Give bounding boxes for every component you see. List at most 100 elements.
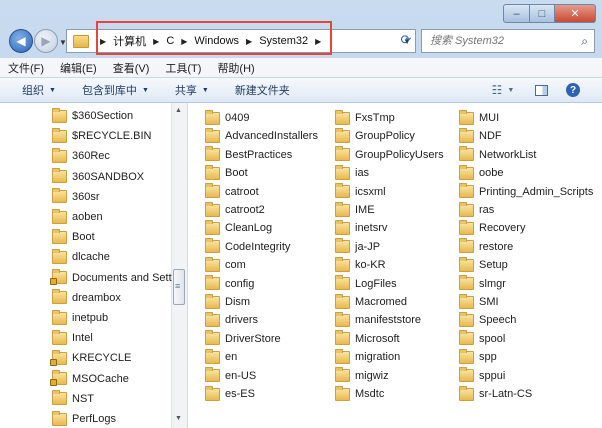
nav-tree-item[interactable]: dreambox (52, 288, 121, 308)
folder-item[interactable]: Msdtc (335, 385, 384, 403)
nav-tree-item[interactable]: 360SANDBOX (52, 167, 144, 187)
chevron-right-icon[interactable]: ▶ (153, 37, 159, 46)
folder-item[interactable]: sppui (459, 367, 505, 385)
folder-item[interactable]: Speech (459, 311, 516, 329)
folder-item[interactable]: catroot (205, 183, 259, 201)
folder-item[interactable]: MUI (459, 109, 499, 127)
dropdown-arrow-icon: ▼ (141, 86, 149, 94)
folder-item[interactable]: drivers (205, 311, 258, 329)
folder-item[interactable]: Printing_Admin_Scripts (459, 183, 593, 201)
folder-item[interactable]: NetworkList (459, 146, 536, 164)
folder-item[interactable]: spp (459, 348, 497, 366)
folder-item[interactable]: AdvancedInstallers (205, 127, 318, 145)
folder-item[interactable]: Recovery (459, 219, 525, 237)
folder-item[interactable]: NDF (459, 127, 502, 145)
folder-item[interactable]: Macromed (335, 293, 407, 311)
dropdown-arrow-icon: ▼ (201, 86, 209, 94)
folder-item[interactable]: es-ES (205, 385, 255, 403)
folder-item[interactable]: CodeIntegrity (205, 238, 290, 256)
nav-tree-item[interactable]: MSOCache (50, 369, 129, 389)
chevron-right-icon[interactable]: ▶ (246, 37, 252, 46)
new-folder-button[interactable]: 新建文件夹 (235, 82, 290, 98)
nav-tree-item[interactable]: aoben (52, 207, 103, 227)
minimize-button[interactable]: – (503, 4, 530, 23)
folder-item[interactable]: ras (459, 201, 494, 219)
folder-item[interactable]: GroupPolicyUsers (335, 146, 444, 164)
nav-tree-item[interactable]: 360sr (52, 187, 100, 207)
address-bar[interactable]: ▶ 计算机 ▶ C ▶ Windows ▶ System32 ▶ ▼ (66, 29, 416, 53)
change-view-button[interactable]: ☷ ▼ (487, 81, 519, 99)
folder-item[interactable]: oobe (459, 164, 503, 182)
menu-tools[interactable]: 工具(T) (165, 60, 201, 76)
share-button[interactable]: 共享 ▼ (175, 82, 209, 98)
folder-item[interactable]: FxsTmp (335, 109, 395, 127)
folder-item[interactable]: config (205, 275, 254, 293)
nav-tree-item[interactable]: NST (52, 389, 94, 409)
close-button[interactable]: ✕ (555, 4, 596, 23)
nav-tree-item[interactable]: dlcache (52, 247, 110, 267)
folder-item[interactable]: inetsrv (335, 219, 387, 237)
search-box[interactable]: ⌕ (421, 29, 595, 53)
nav-tree-item[interactable]: 360Rec (52, 146, 110, 166)
nav-tree-item[interactable]: $RECYCLE.BIN (52, 126, 151, 146)
nav-tree-item[interactable]: PerfLogs (52, 409, 116, 428)
menu-help[interactable]: 帮助(H) (217, 60, 254, 76)
nav-tree-item[interactable]: Boot (52, 227, 95, 247)
folder-item[interactable]: GroupPolicy (335, 127, 415, 145)
folder-item[interactable]: com (205, 256, 246, 274)
folder-item[interactable]: ja-JP (335, 238, 380, 256)
folder-item[interactable]: 0409 (205, 109, 249, 127)
folder-item[interactable]: SMI (459, 293, 499, 311)
menu-edit[interactable]: 编辑(E) (60, 60, 97, 76)
scroll-up-icon[interactable]: ▲ (175, 107, 182, 114)
back-button[interactable]: ◀ (9, 29, 33, 53)
folder-item[interactable]: Boot (205, 164, 248, 182)
search-input[interactable] (428, 34, 577, 48)
folder-item[interactable]: Microsoft (335, 330, 400, 348)
nav-tree-item[interactable]: inetpub (52, 308, 108, 328)
folder-item[interactable]: en (205, 348, 237, 366)
chevron-right-icon[interactable]: ▶ (100, 37, 106, 46)
folder-item[interactable]: Setup (459, 256, 508, 274)
folder-item[interactable]: slmgr (459, 275, 506, 293)
nav-tree-item[interactable]: Intel (52, 328, 93, 348)
include-in-library-button[interactable]: 包含到库中 ▼ (82, 82, 149, 98)
maximize-button[interactable]: □ (530, 4, 555, 23)
folder-item[interactable]: ko-KR (335, 256, 386, 274)
nav-tree-item[interactable]: Documents and Sett (50, 268, 172, 288)
folder-item[interactable]: icsxml (335, 183, 386, 201)
preview-pane-button[interactable] (532, 81, 550, 99)
menu-view[interactable]: 查看(V) (113, 60, 150, 76)
scroll-down-icon[interactable]: ▼ (175, 415, 182, 422)
breadcrumb-windows[interactable]: Windows (194, 35, 239, 47)
chevron-right-icon[interactable]: ▶ (315, 37, 321, 46)
folder-item[interactable]: IME (335, 201, 375, 219)
breadcrumb-system32[interactable]: System32 (259, 35, 308, 47)
folder-item[interactable]: sr-Latn-CS (459, 385, 532, 403)
folder-item[interactable]: CleanLog (205, 219, 272, 237)
folder-item[interactable]: catroot2 (205, 201, 265, 219)
nav-tree-item[interactable]: $360Section (52, 106, 133, 126)
folder-item[interactable]: en-US (205, 367, 256, 385)
forward-button[interactable]: ▶ (34, 29, 58, 53)
breadcrumb-c[interactable]: C (166, 35, 174, 47)
folder-item[interactable]: DriverStore (205, 330, 281, 348)
folder-item[interactable]: spool (459, 330, 505, 348)
navigation-pane-scrollbar[interactable]: ▲ ≡ ▼ (171, 103, 187, 428)
chevron-right-icon[interactable]: ▶ (181, 37, 187, 46)
folder-item[interactable]: restore (459, 238, 513, 256)
organize-button[interactable]: 组织 ▼ (22, 82, 56, 98)
breadcrumb-computer[interactable]: 计算机 (113, 33, 146, 49)
folder-item[interactable]: BestPractices (205, 146, 292, 164)
menu-file[interactable]: 文件(F) (8, 60, 44, 76)
folder-item[interactable]: Dism (205, 293, 250, 311)
folder-item[interactable]: migwiz (335, 367, 389, 385)
folder-item[interactable]: LogFiles (335, 275, 397, 293)
refresh-button[interactable]: ⟳ (396, 29, 416, 51)
search-icon[interactable]: ⌕ (581, 34, 588, 49)
folder-item[interactable]: manifeststore (335, 311, 421, 329)
folder-item[interactable]: ias (335, 164, 369, 182)
folder-item[interactable]: migration (335, 348, 400, 366)
help-button[interactable]: ? (564, 81, 582, 99)
nav-tree-item[interactable]: KRECYCLE (50, 348, 131, 368)
